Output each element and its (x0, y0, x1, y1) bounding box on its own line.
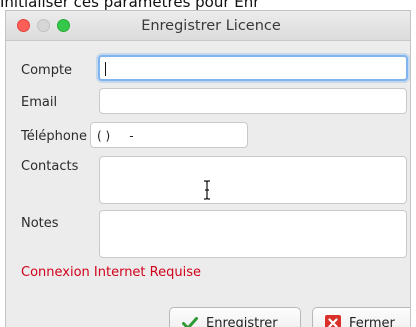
notes-label: Notes (21, 216, 59, 231)
email-input[interactable] (99, 88, 407, 114)
email-label: Email (21, 95, 58, 110)
window-title: Enregistrer Licence (141, 18, 281, 34)
phone-input[interactable]: ( ) - (90, 122, 248, 148)
save-button[interactable]: Enregistrer (169, 307, 301, 327)
register-license-dialog: Enregistrer Licence Compte Email Télépho… (5, 10, 411, 327)
contacts-textarea[interactable] (99, 156, 407, 204)
contacts-label: Contacts (21, 159, 79, 174)
notes-textarea[interactable] (99, 210, 407, 258)
close-button[interactable]: Fermer (312, 307, 410, 327)
phone-label: Téléphone (21, 129, 88, 144)
text-caret (105, 62, 106, 76)
background-window-text: Initialiser ces paramètres pour Enr (0, 0, 260, 10)
account-input[interactable] (98, 55, 408, 81)
phone-mask-value: ( ) - (97, 129, 134, 143)
internet-required-notice: Connexion Internet Requise (21, 265, 201, 280)
title-bar[interactable]: Enregistrer Licence (6, 11, 410, 41)
save-button-label: Enregistrer (206, 316, 278, 327)
text-cursor-icon (204, 180, 210, 200)
checkmark-icon (182, 315, 198, 327)
close-x-icon (325, 314, 341, 327)
account-label: Compte (21, 63, 73, 78)
close-button-label: Fermer (349, 316, 395, 327)
